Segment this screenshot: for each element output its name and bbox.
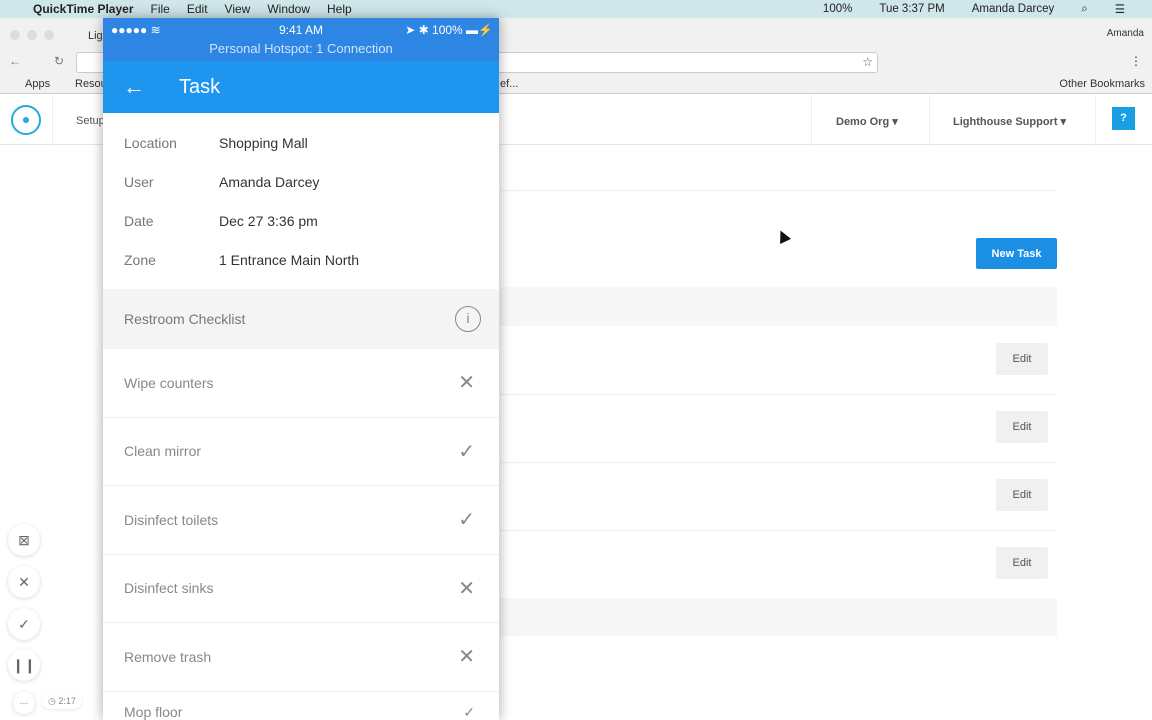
back-arrow-icon[interactable]: ← [103,74,179,100]
notification-icon[interactable]: ☰ [1115,2,1125,16]
menu-edit[interactable]: Edit [187,2,208,16]
item-label: Wipe counters [124,374,214,391]
menu-window[interactable]: Window [267,2,310,16]
item-label: Clean mirror [124,443,202,460]
new-task-button[interactable]: New Task [976,238,1057,269]
support-dropdown[interactable]: Lighthouse Support ▾ [953,115,1066,128]
pause-icon[interactable]: ❙❙ [8,649,40,681]
info-location: Location Shopping Mall [124,134,308,151]
checklist-item[interactable]: Wipe counters ✕ [103,349,499,418]
ios-status-bar: ●●●●● ≋ 9:41 AM ➤ ✱ 100% ▬⚡ [103,18,499,41]
check-icon[interactable]: ✓ [458,439,475,464]
star-icon[interactable]: ☆ [862,55,873,69]
lighthouse-logo[interactable] [11,105,41,135]
more-icon[interactable]: ··· [13,692,35,714]
back-icon[interactable]: ← [9,54,21,68]
x-icon[interactable]: ✕ [458,644,475,669]
check-icon[interactable]: ✓ [458,507,475,532]
task-navbar: ← Task [103,61,499,113]
camera-off-icon[interactable]: ⊠ [8,524,40,556]
checklist-items: Wipe counters ✕ Clean mirror ✓ Disinfect toi… [103,349,499,720]
window-controls[interactable] [10,30,54,40]
mouse-cursor [775,228,791,244]
menu-app[interactable]: QuickTime Player [33,2,134,16]
page-title: Task [179,75,221,98]
checklist-title: Restroom Checklist [124,311,246,327]
checklist-item[interactable]: Disinfect toilets ✓ [103,486,499,555]
hotspot-banner[interactable]: Personal Hotspot: 1 Connection [103,41,499,61]
close-icon[interactable]: ✕ [8,566,40,598]
x-icon[interactable]: ✕ [458,370,475,395]
checklist-item[interactable]: Disinfect sinks ✕ [103,555,499,623]
item-label: Remove trash [124,648,212,665]
menu-file[interactable]: File [151,2,170,16]
bookmark-truncated[interactable]: ef... [500,78,518,90]
task-info: Location Shopping Mall User Amanda Darcey … [103,113,499,279]
phone-mirror: ●●●●● ≋ 9:41 AM ➤ ✱ 100% ▬⚡ Personal Hot… [103,18,499,720]
edit-button[interactable]: Edit [996,547,1048,579]
battery-percent: 100% [822,3,853,15]
info-icon[interactable]: i [455,306,481,332]
bookmark-apps[interactable]: Apps [25,78,50,90]
checklist-item[interactable]: Clean mirror ✓ [103,418,499,486]
nav-setup[interactable]: Setup [76,115,105,127]
bookmark-other[interactable]: Other Bookmarks [1059,78,1145,90]
menu-help[interactable]: Help [327,2,352,16]
info-zone: Zone 1 Entrance Main North [124,251,360,268]
edit-button[interactable]: Edit [996,411,1048,443]
user-name[interactable]: Amanda Darcey [972,3,1054,15]
item-label: Disinfect sinks [124,580,214,597]
recording-timer: ◷ 2:17 [42,694,82,709]
edit-button[interactable]: Edit [996,343,1048,375]
info-user: User Amanda Darcey [124,173,320,190]
menu-view[interactable]: View [225,2,251,16]
spotlight-icon[interactable]: ⌕ [1081,3,1087,16]
checklist-item[interactable]: Mop floor ✓ [103,692,499,720]
x-icon[interactable]: ✕ [458,576,475,601]
checklist-header: Restroom Checklist i [103,289,499,349]
chrome-menu-icon[interactable]: ⋮ [1130,54,1142,68]
signal-wifi-icon: ●●●●● ≋ [111,22,161,37]
reload-icon[interactable]: ↻ [54,54,64,68]
help-button[interactable]: ? [1112,107,1135,130]
clock[interactable]: Tue 3:37 PM [879,3,944,15]
phone-time: 9:41 AM [278,22,324,37]
item-label: Disinfect toilets [124,511,219,528]
phone-battery: ➤ ✱ 100% ▬⚡ [405,22,493,37]
info-date: Date Dec 27 3:36 pm [124,212,318,229]
org-dropdown[interactable]: Demo Org ▾ [836,115,898,128]
browser-tab[interactable]: Lig [88,30,103,42]
check-icon[interactable]: ✓ [8,608,40,640]
mac-menubar: QuickTime Player File Edit View Window H… [0,0,1152,18]
check-icon[interactable]: ✓ [463,704,475,720]
checklist-item[interactable]: Remove trash ✕ [103,623,499,692]
edit-button[interactable]: Edit [996,479,1048,511]
item-label: Mop floor [124,703,183,720]
profile-name[interactable]: Amanda [1107,28,1144,39]
